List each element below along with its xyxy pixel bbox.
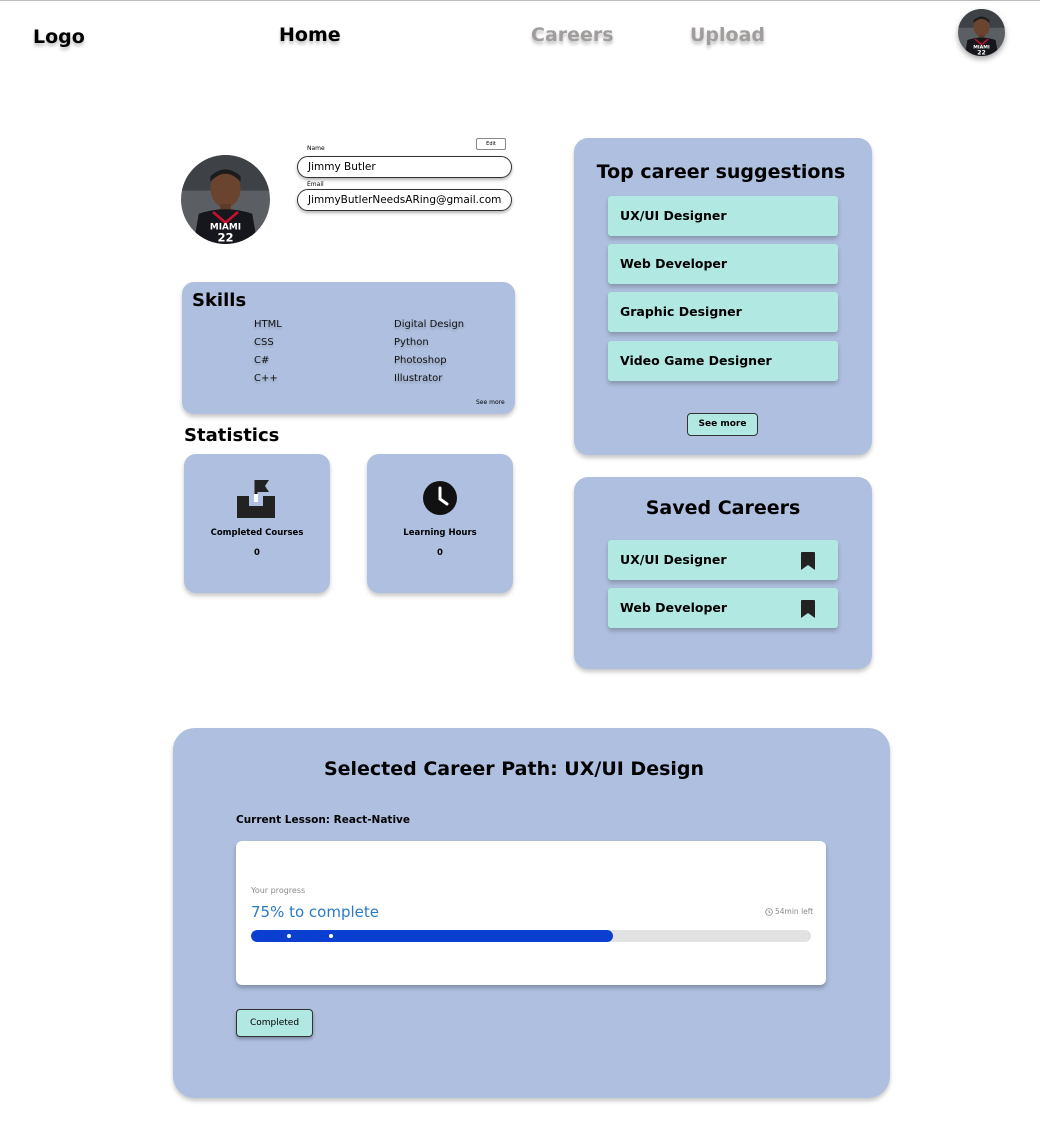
name-label: Name bbox=[307, 145, 325, 152]
skill-item: C# bbox=[254, 355, 270, 366]
career-suggestion-item[interactable]: Web Developer bbox=[608, 244, 838, 284]
skills-see-more-link[interactable]: See more bbox=[476, 399, 505, 406]
time-left: 54min left bbox=[765, 907, 813, 916]
saved-career-item[interactable]: Web Developer bbox=[608, 588, 838, 628]
saved-careers-title: Saved Careers bbox=[645, 497, 801, 519]
nav-home-link[interactable]: Home bbox=[279, 24, 341, 46]
svg-text:22: 22 bbox=[977, 50, 986, 56]
email-field[interactable]: JimmyButlerNeedsARing@gmail.com bbox=[297, 189, 512, 211]
stat-value: 0 bbox=[254, 548, 260, 558]
stat-label: Learning Hours bbox=[403, 528, 477, 538]
nav-careers-link[interactable]: Careers bbox=[531, 24, 614, 46]
progress-marker bbox=[287, 934, 291, 938]
bookmark-icon[interactable] bbox=[800, 552, 816, 570]
edit-button[interactable]: Edit bbox=[476, 138, 506, 150]
career-suggestion-item[interactable]: UX/UI Designer bbox=[608, 196, 838, 236]
statistics-title: Statistics bbox=[184, 425, 280, 446]
saved-career-item[interactable]: UX/UI Designer bbox=[608, 540, 838, 580]
profile-photo: MIAMI 22 bbox=[181, 155, 270, 244]
progress-bar bbox=[251, 930, 811, 942]
skill-item: HTML bbox=[254, 319, 282, 330]
current-lesson: Current Lesson: React-Native bbox=[236, 814, 411, 826]
skill-item: CSS bbox=[254, 337, 274, 348]
completed-button[interactable]: Completed bbox=[236, 1009, 313, 1037]
stat-label: Completed Courses bbox=[210, 528, 304, 538]
skill-item: Digital Design bbox=[394, 319, 465, 330]
email-label: Email bbox=[307, 181, 324, 188]
progress-bar-fill bbox=[251, 930, 614, 942]
clock-icon bbox=[423, 481, 457, 515]
see-more-button[interactable]: See more bbox=[687, 413, 758, 436]
career-path-title: Selected Career Path: UX/UI Design bbox=[323, 758, 705, 780]
career-suggestions-title: Top career suggestions bbox=[596, 161, 846, 183]
logo[interactable]: Logo bbox=[33, 26, 85, 48]
saved-career-label: UX/UI Designer bbox=[620, 552, 727, 567]
bookmark-icon[interactable] bbox=[800, 600, 816, 618]
skill-item: Photoshop bbox=[394, 355, 447, 366]
progress-percent: 75% to complete bbox=[251, 903, 379, 921]
skills-title: Skills bbox=[192, 290, 247, 311]
user-avatar[interactable]: MIAMI 22 bbox=[958, 9, 1005, 56]
saved-career-label: Web Developer bbox=[620, 600, 728, 615]
nav-upload-link[interactable]: Upload bbox=[690, 24, 765, 46]
svg-text:22: 22 bbox=[217, 230, 233, 244]
skill-item: Python bbox=[394, 337, 429, 348]
stat-card-learning-hours: Learning Hours 0 bbox=[367, 454, 513, 593]
career-suggestion-item[interactable]: Video Game Designer bbox=[608, 341, 838, 381]
avatar-image: MIAMI 22 bbox=[958, 9, 1005, 56]
time-left-label: 54min left bbox=[775, 907, 814, 916]
skill-item: C++ bbox=[254, 373, 278, 384]
clock-icon bbox=[765, 907, 773, 916]
flag-inbox-icon bbox=[237, 480, 275, 518]
stat-value: 0 bbox=[437, 548, 443, 558]
skill-item: Illustrator bbox=[394, 373, 443, 384]
progress-label: Your progress bbox=[251, 886, 306, 895]
career-suggestion-item[interactable]: Graphic Designer bbox=[608, 292, 838, 332]
name-field[interactable]: Jimmy Butler bbox=[297, 156, 512, 178]
top-border bbox=[0, 0, 1040, 1]
profile-avatar: MIAMI 22 bbox=[181, 155, 270, 244]
stat-card-completed-courses: Completed Courses 0 bbox=[184, 454, 330, 593]
progress-marker bbox=[329, 934, 333, 938]
